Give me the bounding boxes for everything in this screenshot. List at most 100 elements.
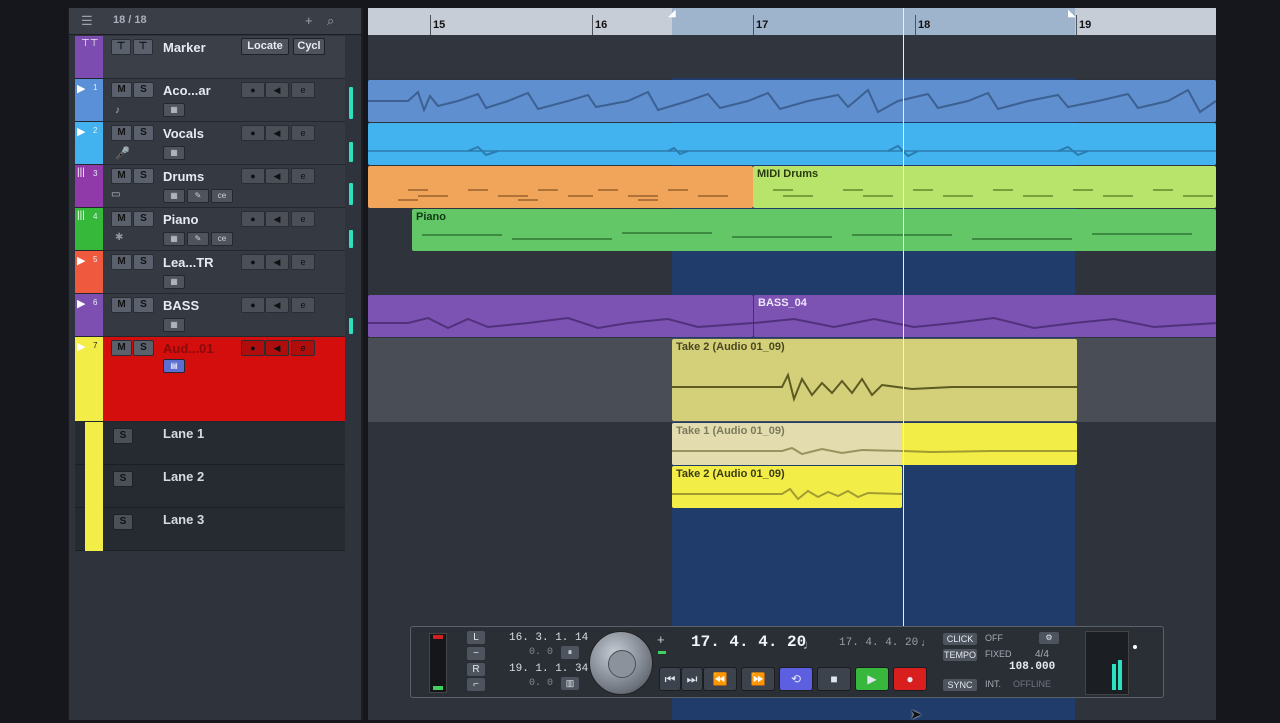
audio-event-vocals[interactable] [368, 123, 1216, 165]
mute-button[interactable]: M [111, 340, 132, 356]
lanes-active-icon[interactable]: ▤ [163, 359, 185, 373]
track-lead-tr[interactable]: ▶ 5 M S Lea...TR ● ◀ e ▦ [75, 251, 345, 294]
go-to-start-button[interactable]: ⏮ [659, 667, 681, 691]
track-audio-01[interactable]: ▶ 7 M S Aud...01 ● ◀ e ▤ [75, 337, 345, 422]
edit-button[interactable]: e [291, 125, 315, 141]
rewind-button[interactable]: ⏪ [703, 667, 737, 691]
tempo-button[interactable]: TEMPO [943, 649, 977, 661]
audio-event-bass-b[interactable]: BASS_04 [753, 295, 1216, 337]
mute-button[interactable]: M [111, 211, 132, 227]
record-enable-button[interactable]: ● [241, 254, 265, 270]
time-ruler[interactable]: ◢ ◣ 15 16 17 18 19 [368, 8, 1216, 35]
lane-solo-button[interactable]: S [113, 471, 133, 487]
left-locator-position[interactable]: 16. 3. 1. 14 [509, 632, 588, 644]
edit-instrument-icon[interactable]: ce [211, 232, 233, 246]
solo-button[interactable]: S [133, 297, 154, 313]
project-window[interactable]: ◢ ◣ 15 16 17 18 19 MIDI Drums Piano BASS… [368, 8, 1216, 720]
edit-instrument-icon[interactable]: ce [211, 189, 233, 203]
lanes-icon[interactable]: ▦ [163, 275, 185, 289]
stop-button[interactable]: ■ [817, 667, 851, 691]
solo-button[interactable]: S [133, 340, 154, 356]
monitor-play-icon[interactable]: ▶ [77, 254, 85, 267]
insert-marker-icon[interactable]: ⊤ [133, 39, 153, 55]
add-marker-icon[interactable]: ⊤ [111, 39, 131, 55]
time-signature[interactable]: 4/4 [1035, 649, 1049, 660]
edit-button[interactable]: e [291, 211, 315, 227]
track-bass[interactable]: ▶ 6 M S BASS ● ◀ e ▦ [75, 294, 353, 337]
edit-button[interactable]: e [291, 82, 315, 98]
record-button[interactable]: ● [893, 667, 927, 691]
cycle-toggle-button[interactable]: ⟲ [779, 667, 813, 691]
click-button[interactable]: CLICK [943, 633, 977, 645]
record-enable-button[interactable]: ● [241, 297, 265, 313]
solo-button[interactable]: S [133, 82, 154, 98]
mute-button[interactable]: M [111, 297, 132, 313]
pencil-icon[interactable]: ✎ [187, 189, 209, 203]
edit-button[interactable]: e [291, 254, 315, 270]
solo-button[interactable]: S [133, 168, 154, 184]
record-enable-button[interactable]: ● [241, 125, 265, 141]
playhead-cursor[interactable] [903, 8, 904, 628]
punch-out-icon[interactable]: ⌐ [467, 678, 485, 691]
lanes-icon[interactable]: ▦ [163, 146, 185, 160]
right-locator-icon[interactable]: ◣ [1068, 8, 1076, 19]
track-drums[interactable]: ||| 3 ▭ M S Drums ● ◀ e ▦ ✎ ce [75, 165, 353, 208]
monitor-button[interactable]: ◀ [265, 254, 289, 270]
lanes-icon[interactable]: ▦ [163, 189, 185, 203]
mute-button[interactable]: M [111, 125, 132, 141]
edit-button[interactable]: e [291, 340, 315, 356]
record-enable-button[interactable]: ● [241, 168, 265, 184]
marker-track[interactable]: ⊤⊤ ⊤ ⊤ Marker Locate Cycl [75, 36, 345, 79]
monitor-button[interactable]: ◀ [265, 168, 289, 184]
left-locator-icon[interactable]: ◢ [668, 8, 676, 19]
go-to-end-button[interactable]: ⏭ [681, 667, 703, 691]
record-enable-button[interactable]: ● [241, 82, 265, 98]
solo-button[interactable]: S [133, 125, 154, 141]
audio-event-take2-lane[interactable]: Take 2 (Audio 01_09) [672, 466, 902, 508]
locate-button[interactable]: Locate [241, 38, 289, 55]
cycle-button[interactable]: Cycl [293, 38, 325, 55]
add-icon[interactable]: + [657, 632, 665, 647]
audio-event-take2-main[interactable]: Take 2 (Audio 01_09) [672, 339, 1077, 421]
lanes-icon[interactable]: ▦ [163, 232, 185, 246]
fast-forward-button[interactable]: ⏩ [741, 667, 775, 691]
monitor-button[interactable]: ◀ [265, 82, 289, 98]
track-acoustic-guitar[interactable]: ▶ 1 ♪ M S Aco...ar ● ◀ e ▦ [75, 79, 353, 122]
mute-button[interactable]: M [111, 254, 132, 270]
lanes-icon[interactable]: ▦ [163, 103, 185, 117]
lane-solo-button[interactable]: S [113, 514, 133, 530]
sync-button[interactable]: SYNC [943, 679, 977, 691]
jog-shuttle-wheel[interactable] [589, 631, 653, 695]
click-settings-icon[interactable]: ⚙ [1039, 632, 1059, 644]
output-fader-knob[interactable] [1133, 645, 1137, 649]
cycle-range[interactable] [672, 8, 1075, 35]
play-button[interactable]: ▶ [855, 667, 889, 691]
mute-button[interactable]: M [111, 168, 132, 184]
monitor-button[interactable]: ◀ [265, 125, 289, 141]
record-enable-button[interactable]: ● [241, 211, 265, 227]
audio-event-bass-a[interactable] [368, 295, 753, 337]
monitor-play-icon[interactable]: ▶ [77, 297, 85, 310]
record-enable-button[interactable]: ● [241, 340, 265, 356]
pre-roll-icon[interactable]: ⏸ [561, 646, 579, 659]
audio-event-acoustic[interactable] [368, 80, 1216, 122]
lane-2[interactable]: S Lane 2 [75, 465, 345, 508]
monitor-play-icon[interactable]: ▶ [77, 82, 85, 95]
monitor-button[interactable]: ◀ [265, 297, 289, 313]
add-track-icon[interactable]: + [305, 13, 313, 28]
solo-button[interactable]: S [133, 211, 154, 227]
midi-part-drums-b[interactable]: MIDI Drums [753, 166, 1216, 208]
secondary-time-display[interactable]: 17. 4. 4. 20 [839, 637, 918, 649]
lane-1[interactable]: S Lane 1 [75, 422, 345, 465]
mute-button[interactable]: M [111, 82, 132, 98]
right-locator-button[interactable]: R [467, 663, 485, 676]
monitor-play-icon[interactable]: ▶ [77, 125, 85, 138]
midi-part-piano[interactable]: Piano [412, 209, 1216, 251]
lane-3[interactable]: S Lane 3 [75, 508, 345, 551]
search-icon[interactable]: ⌕ [327, 13, 334, 29]
midi-part-drums-a[interactable] [368, 166, 753, 208]
solo-button[interactable]: S [133, 254, 154, 270]
audio-event-take1[interactable]: Take 1 (Audio 01_09) [672, 423, 1077, 465]
pencil-icon[interactable]: ✎ [187, 232, 209, 246]
track-vocals[interactable]: ▶ 2 🎤 M S Vocals ● ◀ e ▦ [75, 122, 353, 165]
